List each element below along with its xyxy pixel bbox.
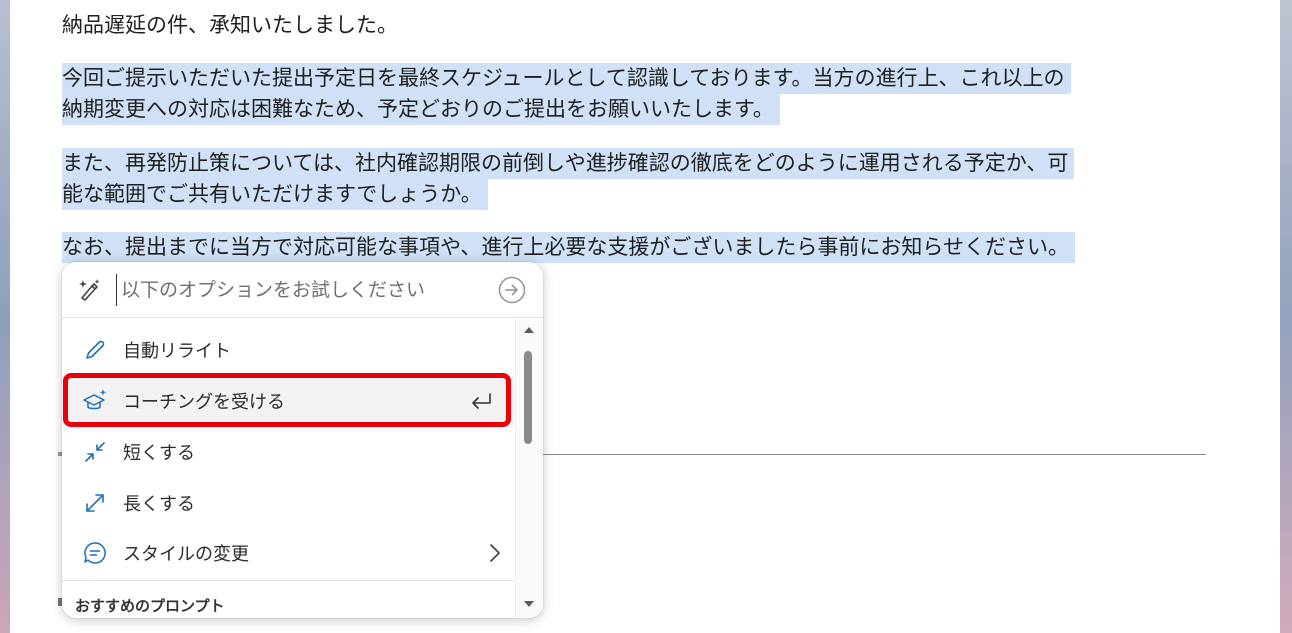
paragraph-4[interactable]: なお、提出までに当方で対応可能な事項や、進行上必要な支援がございましたら事前にお… bbox=[62, 232, 1075, 263]
expand-arrows-icon bbox=[86, 494, 104, 512]
option-menu: 自動リライト コーチングを受ける 短くする 長くする スタイルの変更 おすすめの… bbox=[62, 319, 514, 618]
paragraph-2[interactable]: 今回ご提示いただいた提出予定日を最終スケジュールとして認識しております。当方の進… bbox=[62, 63, 1071, 125]
paragraph-2-line-2: 納期変更への対応は困難なため、予定どおりのご提出をお願いいたします。 bbox=[62, 94, 780, 125]
paragraph-2-line-1: 今回ご提示いただいた提出予定日を最終スケジュールとして認識しております。当方の進… bbox=[62, 63, 1071, 94]
prompt-row bbox=[62, 262, 543, 318]
magic-pen-icon bbox=[79, 279, 100, 301]
menu-item-label: 長くする bbox=[123, 494, 195, 515]
menu-item-label: 短くする bbox=[123, 443, 195, 464]
shrink-arrows-icon bbox=[85, 442, 105, 462]
suggested-prompts-heading: おすすめのプロンプト bbox=[75, 597, 225, 615]
paragraph-3[interactable]: また、再発防止策については、社内確認期限の前倒しや進捗確認の徹底をどのように運用… bbox=[62, 148, 1075, 210]
chevron-right-icon bbox=[490, 544, 500, 562]
horizontal-rule bbox=[540, 454, 1206, 455]
copilot-rewrite-panel: 自動リライト コーチングを受ける 短くする 長くする bbox=[62, 262, 543, 618]
chat-bubble-icon bbox=[84, 542, 106, 564]
desktop-wallpaper-left bbox=[0, 0, 10, 633]
desktop-wallpaper-right bbox=[1280, 0, 1292, 633]
scrollbar-thumb[interactable] bbox=[524, 351, 532, 444]
highlight-annotation-box bbox=[63, 373, 511, 427]
prompt-input[interactable] bbox=[116, 274, 496, 306]
menu-item-lengthen[interactable]: 長くする bbox=[62, 478, 514, 528]
section-divider bbox=[62, 580, 514, 581]
menu-item-label: スタイルの変更 bbox=[123, 544, 249, 565]
menu-item-change-style[interactable]: スタイルの変更 bbox=[62, 528, 514, 578]
menu-item-auto-rewrite[interactable]: 自動リライト bbox=[62, 325, 514, 375]
paragraph-3-line-2: 能な範囲でご共有いただけますでしょうか。 bbox=[62, 179, 488, 210]
scroll-up-arrow-icon[interactable] bbox=[524, 327, 534, 333]
paragraph-1-text: 納品遅延の件、承知いたしました。 bbox=[62, 13, 398, 37]
scroll-down-arrow-icon[interactable] bbox=[524, 601, 534, 607]
pen-icon bbox=[86, 340, 105, 359]
paragraph-3-line-1: また、再発防止策については、社内確認期限の前倒しや進捗確認の徹底をどのように運用… bbox=[62, 148, 1075, 179]
menu-item-label: 自動リライト bbox=[123, 341, 231, 362]
paragraph-1[interactable]: 納品遅延の件、承知いたしました。 bbox=[62, 10, 398, 41]
send-arrow-icon[interactable] bbox=[497, 275, 527, 305]
menu-scrollbar[interactable] bbox=[515, 319, 543, 618]
paragraph-4-text: なお、提出までに当方で対応可能な事項や、進行上必要な支援がございましたら事前にお… bbox=[62, 232, 1075, 263]
menu-item-shorten[interactable]: 短くする bbox=[62, 427, 514, 477]
